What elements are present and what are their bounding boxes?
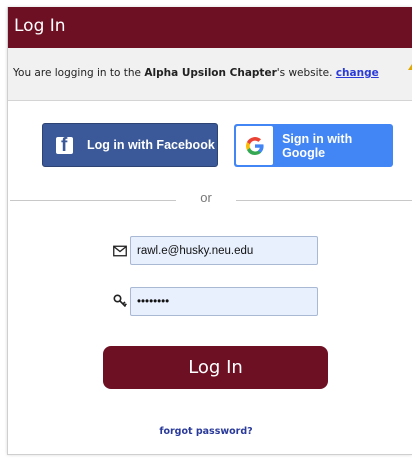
google-signin-label: Sign in with Google (282, 131, 353, 160)
chapter-info-bar: You are logging in to the Alpha Upsilon … (8, 48, 412, 101)
dialog-title: Log In (8, 7, 412, 48)
facebook-login-label: Log in with Facebook (87, 138, 215, 152)
password-field[interactable] (130, 287, 318, 316)
change-chapter-link[interactable]: change (336, 67, 379, 79)
email-field[interactable] (130, 236, 318, 265)
warning-corner-icon (408, 64, 412, 70)
info-prefix: You are logging in to the (13, 67, 145, 79)
divider-line-right (236, 200, 412, 201)
key-icon (113, 294, 127, 308)
info-suffix: 's website. (276, 67, 336, 79)
google-g-icon (236, 126, 274, 165)
envelope-icon (113, 245, 127, 257)
divider-or: or (200, 190, 212, 205)
forgot-password-link[interactable]: forgot password? (0, 426, 412, 437)
divider-line-left (10, 200, 176, 201)
facebook-f-icon: f (56, 135, 73, 156)
google-signin-button[interactable]: Sign in with Google (234, 124, 393, 167)
facebook-login-button[interactable]: f Log in with Facebook (42, 123, 218, 167)
chapter-name: Alpha Upsilon Chapter (144, 67, 277, 79)
login-button[interactable]: Log In (103, 346, 328, 389)
